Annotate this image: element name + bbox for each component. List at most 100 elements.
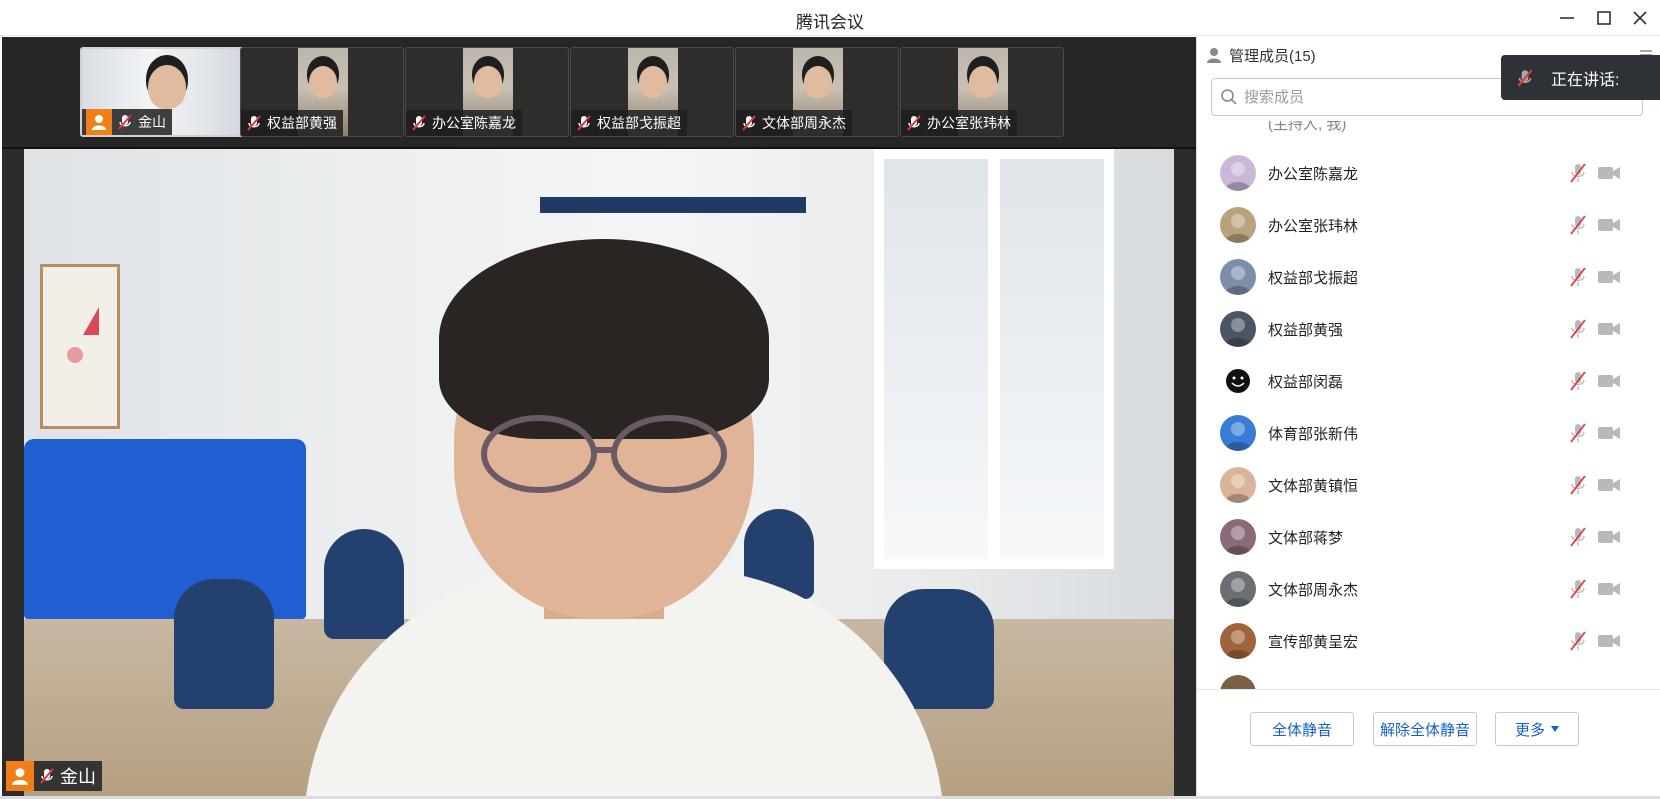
mic-muted-icon bbox=[247, 115, 261, 131]
speaker-name: 金山 bbox=[60, 767, 96, 787]
thumbnail-name: 办公室张玮林 bbox=[927, 115, 1011, 131]
camera-icon[interactable] bbox=[1597, 214, 1621, 236]
mic-muted-icon[interactable] bbox=[1567, 214, 1589, 236]
camera-icon[interactable] bbox=[1597, 370, 1621, 392]
virtual-background-lamp bbox=[540, 197, 806, 213]
member-name: 文体部蒋梦 bbox=[1268, 529, 1344, 547]
unmute-all-button[interactable]: 解除全体静音 bbox=[1373, 712, 1477, 746]
mic-muted-icon[interactable] bbox=[1567, 162, 1589, 184]
camera-icon[interactable] bbox=[1597, 578, 1621, 600]
member-row[interactable]: 权益部闵磊 bbox=[1197, 355, 1660, 407]
camera-icon[interactable] bbox=[1597, 266, 1621, 288]
title-bar: 腾讯会议 bbox=[0, 0, 1660, 36]
member-name: 权益部戈振超 bbox=[1268, 269, 1359, 287]
thumbnail-3[interactable]: 权益部戈振超 bbox=[570, 47, 734, 137]
camera-icon[interactable] bbox=[1597, 318, 1621, 340]
member-row[interactable]: 文体部黄镇恒 bbox=[1197, 459, 1660, 511]
main-video[interactable] bbox=[24, 149, 1174, 799]
avatar bbox=[1220, 363, 1256, 399]
thumbnail-caption: 办公室陈嘉龙 bbox=[406, 110, 522, 136]
avatar bbox=[1220, 519, 1256, 555]
mic-muted-icon bbox=[118, 114, 132, 130]
avatar bbox=[1220, 311, 1256, 347]
host-badge-icon bbox=[86, 109, 112, 135]
thumbnail-caption: 文体部周永杰 bbox=[736, 110, 852, 136]
virtual-background-art bbox=[40, 264, 120, 429]
thumbnail-1[interactable]: 权益部黄强 bbox=[240, 47, 404, 137]
camera-icon[interactable] bbox=[1597, 630, 1621, 652]
member-name: 文体部周永杰 bbox=[1268, 581, 1359, 599]
mic-muted-icon bbox=[412, 115, 426, 131]
main-speaker-tag: 金山 bbox=[6, 761, 102, 791]
member-name: 权益部黄强 bbox=[1268, 321, 1344, 339]
list-item[interactable]: (主持人, 我) bbox=[1197, 121, 1660, 149]
mic-muted-icon[interactable] bbox=[1567, 266, 1589, 288]
avatar bbox=[1220, 155, 1256, 191]
member-row[interactable]: 办公室张玮林 bbox=[1197, 199, 1660, 251]
more-label: 更多 bbox=[1514, 721, 1545, 739]
panel-title: 管理成员(15) bbox=[1229, 47, 1316, 65]
thumbnail-name: 权益部戈振超 bbox=[597, 115, 681, 131]
window-title: 腾讯会议 bbox=[796, 13, 864, 32]
camera-icon[interactable] bbox=[1597, 526, 1621, 548]
mic-muted-icon bbox=[40, 768, 54, 784]
mic-muted-icon[interactable] bbox=[1567, 370, 1589, 392]
member-name: 体育部张新伟 bbox=[1268, 425, 1359, 443]
members-panel: 管理成员(15) (主持人, 我) 办公室陈嘉龙办公室张玮林权益部戈振超权益部黄… bbox=[1196, 37, 1660, 799]
member-name: 文体部黄镇恒 bbox=[1268, 477, 1359, 495]
member-name: 权益部闵磊 bbox=[1268, 373, 1344, 391]
mic-muted-icon bbox=[1517, 68, 1533, 87]
speaker-person bbox=[214, 239, 1014, 799]
thumbnail-0[interactable]: 金山 bbox=[80, 47, 244, 137]
mic-muted-icon[interactable] bbox=[1567, 422, 1589, 444]
person-icon bbox=[1207, 48, 1221, 63]
avatar bbox=[1220, 571, 1256, 607]
member-name: 宣传部黄呈宏 bbox=[1268, 633, 1359, 651]
minimize-button[interactable] bbox=[1555, 6, 1579, 30]
speaking-toast: 正在讲话: bbox=[1501, 55, 1660, 100]
avatar bbox=[1220, 259, 1256, 295]
mic-muted-icon bbox=[742, 115, 756, 131]
member-row[interactable]: 体育部张新伟 bbox=[1197, 407, 1660, 459]
thumbnail-name: 权益部黄强 bbox=[267, 115, 337, 131]
member-row[interactable]: 权益部黄强 bbox=[1197, 303, 1660, 355]
panel-footer: 全体静音 解除全体静音 更多 bbox=[1197, 689, 1660, 799]
avatar bbox=[1220, 207, 1256, 243]
member-row[interactable]: 文体部蒋梦 bbox=[1197, 511, 1660, 563]
member-row[interactable]: 办公室陈嘉龙 bbox=[1197, 147, 1660, 199]
glasses-icon bbox=[481, 415, 727, 493]
mic-muted-icon[interactable] bbox=[1567, 578, 1589, 600]
camera-icon[interactable] bbox=[1597, 474, 1621, 496]
mic-muted-icon[interactable] bbox=[1567, 630, 1589, 652]
member-name: 办公室陈嘉龙 bbox=[1268, 165, 1359, 183]
mute-all-button[interactable]: 全体静音 bbox=[1250, 712, 1354, 746]
member-row[interactable]: 宣传部黄呈宏 bbox=[1197, 615, 1660, 667]
thumbnail-2[interactable]: 办公室陈嘉龙 bbox=[405, 47, 569, 137]
caret-down-icon bbox=[1551, 726, 1559, 732]
mic-muted-icon[interactable] bbox=[1567, 526, 1589, 548]
thumbnail-caption: 办公室张玮林 bbox=[901, 110, 1017, 136]
more-button[interactable]: 更多 bbox=[1495, 712, 1579, 746]
mic-muted-icon[interactable] bbox=[1567, 318, 1589, 340]
thumbnail-strip: 金山 权益部黄强 办公室陈嘉龙 权益部戈振超 文体部周永杰 办公室张玮林 bbox=[2, 37, 1196, 149]
close-button[interactable] bbox=[1628, 6, 1652, 30]
member-row[interactable]: 文体部周永杰 bbox=[1197, 563, 1660, 615]
maximize-button[interactable] bbox=[1592, 6, 1616, 30]
thumbnail-4[interactable]: 文体部周永杰 bbox=[735, 47, 899, 137]
camera-icon[interactable] bbox=[1597, 162, 1621, 184]
member-note: (主持人, 我) bbox=[1268, 121, 1347, 133]
camera-icon[interactable] bbox=[1597, 422, 1621, 444]
mic-muted-icon[interactable] bbox=[1567, 474, 1589, 496]
thumbnail-caption: 权益部戈振超 bbox=[571, 110, 687, 136]
thumbnail-name: 金山 bbox=[138, 114, 166, 130]
thumbnail-name: 文体部周永杰 bbox=[762, 115, 846, 131]
video-stage: 金山 权益部黄强 办公室陈嘉龙 权益部戈振超 文体部周永杰 办公室张玮林 金山 bbox=[2, 37, 1196, 799]
mic-muted-icon bbox=[577, 115, 591, 131]
search-icon bbox=[1221, 89, 1237, 105]
mic-muted-icon bbox=[907, 115, 921, 131]
thumbnail-5[interactable]: 办公室张玮林 bbox=[900, 47, 1064, 137]
host-badge-icon bbox=[6, 761, 34, 791]
member-name: 办公室张玮林 bbox=[1268, 217, 1359, 235]
avatar bbox=[1220, 415, 1256, 451]
member-row[interactable]: 权益部戈振超 bbox=[1197, 251, 1660, 303]
